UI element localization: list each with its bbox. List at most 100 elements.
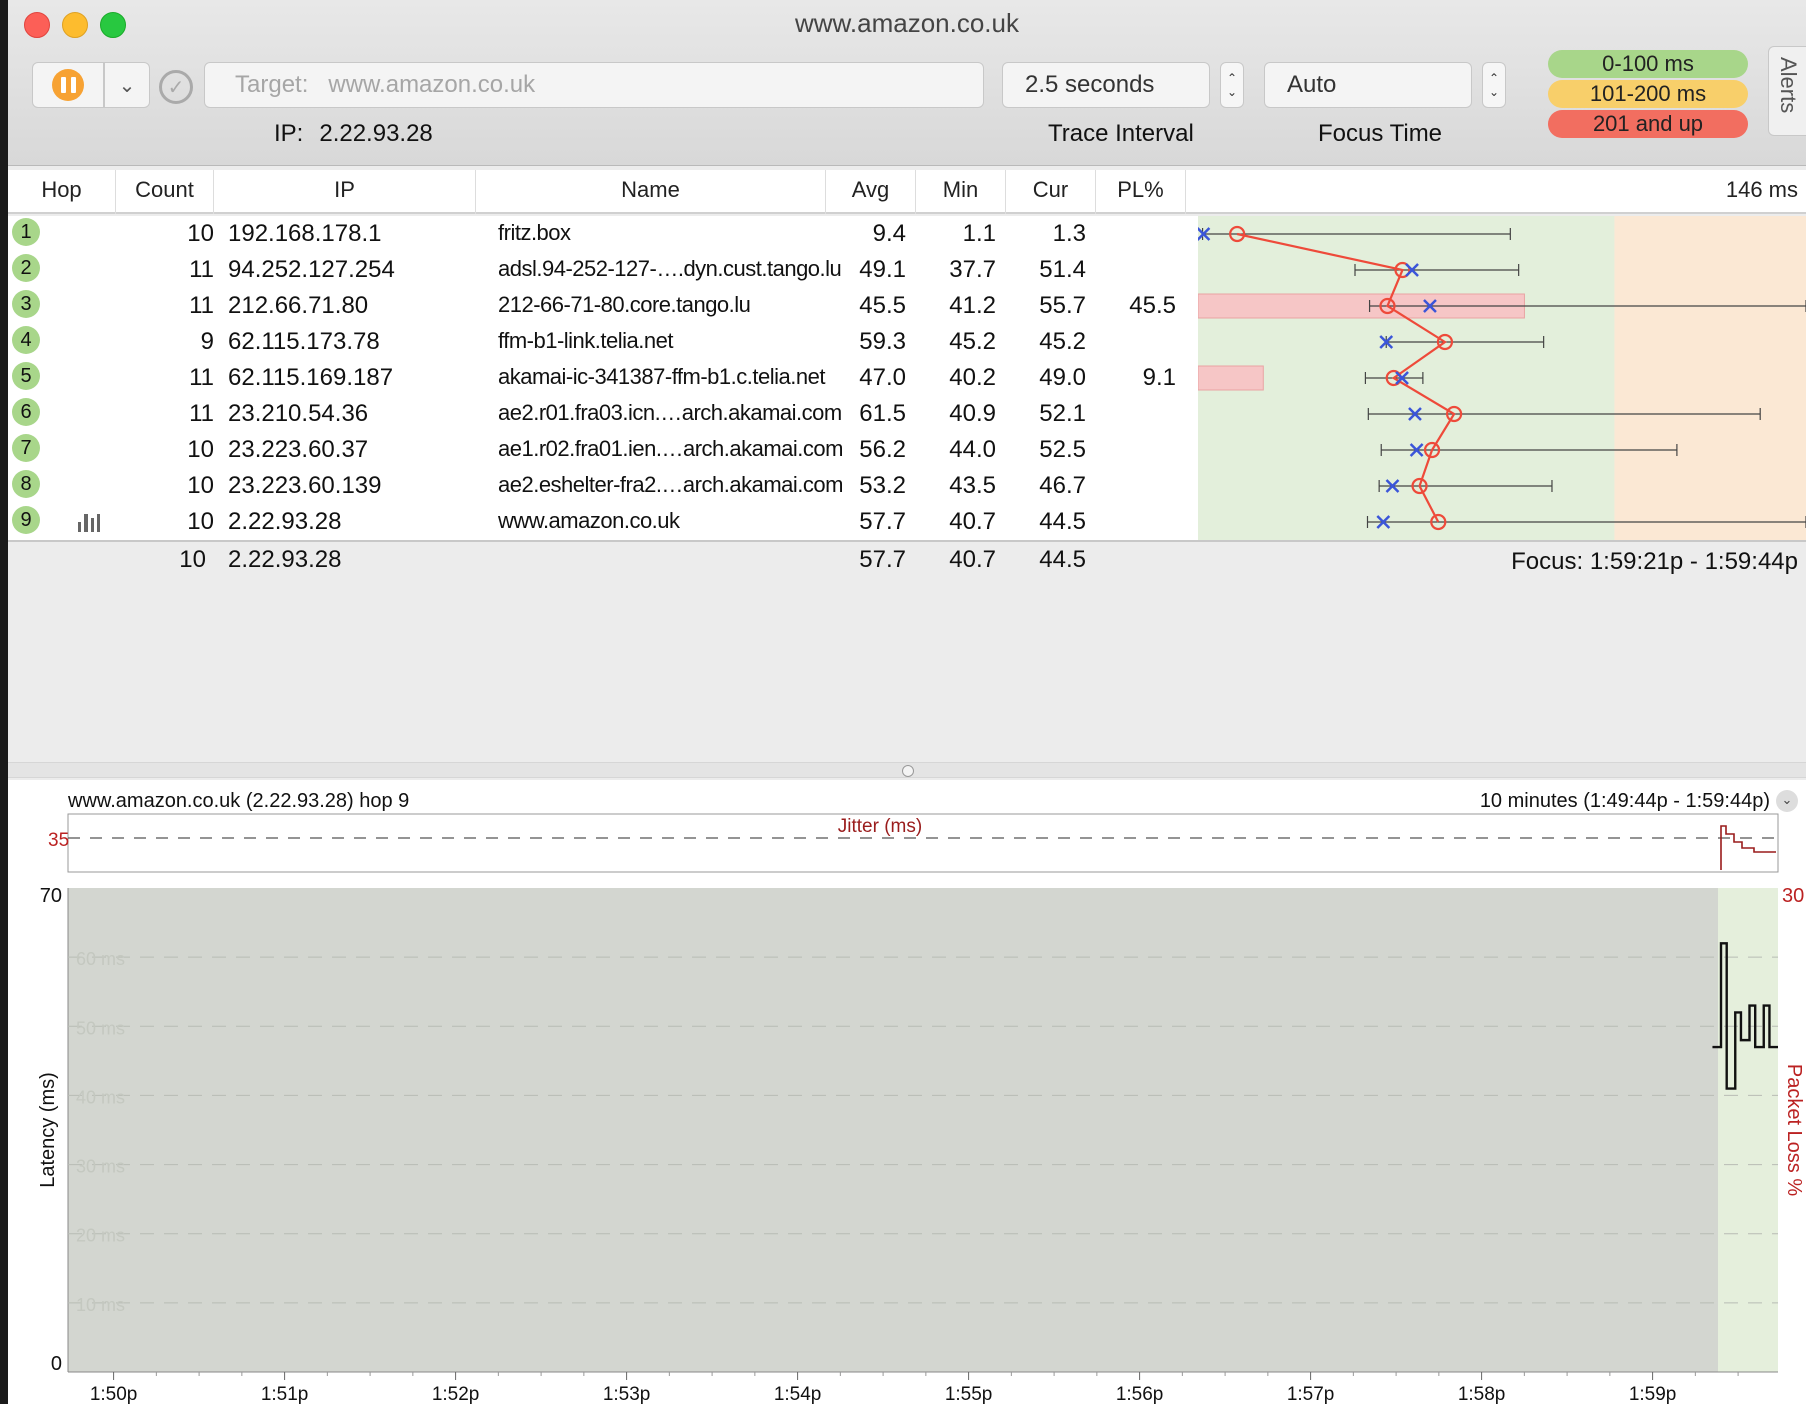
split-divider[interactable] [8, 762, 1806, 778]
count-cell: 10 [187, 508, 214, 535]
table-row[interactable]: 6 11 23.210.54.36 ae2.r01.fra03.icn.…arch.a… [8, 396, 1198, 432]
summary-row: 10 2.22.93.28 57.7 40.7 44.5 Focus: 1:59… [8, 540, 1806, 578]
avg-cell: 59.3 [859, 328, 906, 355]
divider-handle[interactable] [902, 765, 914, 777]
alerts-tab[interactable]: Alerts [1768, 46, 1806, 136]
cur-cell: 51.4 [1039, 256, 1086, 283]
summary-count: 10 [179, 546, 206, 573]
summary-ip: 2.22.93.28 [228, 546, 342, 573]
jitter-frame [67, 813, 1779, 873]
focus-time-field[interactable]: Auto [1264, 62, 1472, 108]
col-ip[interactable]: IP [214, 170, 476, 214]
timeline-title: www.amazon.co.uk (2.22.93.28) hop 9 [68, 790, 410, 812]
legend-good: 0-100 ms [1548, 50, 1748, 78]
checkmark-icon[interactable]: ✓ [159, 70, 193, 104]
target-label: Target: [235, 71, 309, 98]
cur-cell: 49.0 [1039, 364, 1086, 391]
ip-cell: 23.210.54.36 [228, 400, 369, 427]
x-tick-label: 1:52p [432, 1384, 480, 1404]
min-cell: 37.7 [949, 256, 996, 283]
ip-cell: 94.252.127.254 [228, 256, 395, 283]
app-window: www.amazon.co.uk ⌄ ✓ Target: www.amazon.… [8, 0, 1806, 1404]
cur-cell: 1.3 [1052, 220, 1086, 247]
pl-cell: 9.1 [1142, 364, 1176, 391]
hop-badge: 7 [12, 434, 40, 462]
table-row[interactable]: 3 11 212.66.71.80 212-66-71-80.core.tango.l… [8, 288, 1198, 324]
timeline-chart: Jitter (ms) 35 60 ms 50 ms 40 ms 30 ms 20 ms 10… [37, 813, 1805, 1404]
min-cell: 40.9 [949, 400, 996, 427]
avg-cell: 57.7 [859, 508, 906, 535]
name-cell: ae1.r02.fra01.ien.…arch.akamai.com [498, 436, 843, 461]
table-row[interactable]: 4 9 62.115.173.78 ffm-b1-link.telia.net 59.3… [8, 324, 1198, 360]
table-row[interactable]: 7 10 23.223.60.37 ae1.r02.fra01.ien.…arch.a… [8, 432, 1198, 468]
avg-cell: 49.1 [859, 256, 906, 283]
col-avg[interactable]: Avg [826, 170, 916, 214]
name-cell: akamai-ic-341387-ffm-b1.c.telia.net [498, 364, 825, 389]
ip-readout: IP: 2.22.93.28 [274, 120, 433, 147]
summary-cur: 44.5 [1039, 546, 1086, 573]
pause-menu-button[interactable]: ⌄ [104, 62, 150, 108]
col-name[interactable]: Name [476, 170, 826, 214]
col-cur[interactable]: Cur [1006, 170, 1096, 214]
gridline-label: 40 ms [76, 1087, 125, 1107]
name-cell: ae2.r01.fra03.icn.…arch.akamai.com [498, 400, 842, 425]
x-tick-label: 1:54p [774, 1384, 822, 1404]
table-row[interactable]: 1 10 192.168.178.1 fritz.box 9.4 1.1 1.3 [8, 216, 1198, 252]
table-row[interactable]: 8 10 23.223.60.139 ae2.eshelter-fra2.…arch.… [8, 468, 1198, 504]
avg-cell: 61.5 [859, 400, 906, 427]
graph-scale-label: 146 ms [1725, 177, 1798, 202]
x-tick-label: 1:59p [1629, 1384, 1677, 1404]
gridline-label: 20 ms [76, 1226, 125, 1246]
gridline-label: 50 ms [76, 1018, 125, 1038]
timeline-range[interactable]: 10 minutes (1:49:44p - 1:59:44p) [1480, 790, 1770, 813]
latency-max-label: 70 [40, 885, 62, 907]
latency-axis-label: Latency (ms) [37, 1072, 59, 1188]
count-cell: 10 [187, 220, 214, 247]
count-cell: 11 [189, 364, 214, 391]
hop-badge: 3 [12, 290, 40, 318]
min-cell: 45.2 [949, 328, 996, 355]
avg-cell: 56.2 [859, 436, 906, 463]
target-input[interactable]: Target: www.amazon.co.uk [204, 62, 984, 108]
latency-line [1712, 942, 1778, 1090]
chevron-down-icon: ⌄ [118, 74, 136, 97]
chevron-down-icon[interactable]: ⌄ [1776, 790, 1798, 812]
gridline-label: 60 ms [76, 949, 125, 969]
pause-button[interactable] [32, 62, 104, 108]
min-cell: 43.5 [949, 472, 996, 499]
name-cell: adsl.94-252-127-….dyn.cust.tango.lu [498, 256, 842, 281]
ip-cell: 23.223.60.139 [228, 472, 382, 499]
timeline-panel: www.amazon.co.uk (2.22.93.28) hop 9 10 m… [8, 780, 1806, 1404]
avg-cell: 53.2 [859, 472, 906, 499]
col-hop[interactable]: Hop [8, 170, 116, 214]
table-row[interactable]: 5 11 62.115.169.187 akamai-ic-341387-ffm-b1… [8, 360, 1198, 396]
focus-range: Focus: 1:59:21p - 1:59:44p [1511, 548, 1798, 575]
name-cell: ffm-b1-link.telia.net [498, 328, 673, 353]
col-pl[interactable]: PL% [1096, 170, 1186, 214]
trace-interval-stepper[interactable]: ⌃ ⌄ [1220, 62, 1244, 108]
focus-time-caption: Focus Time [1318, 120, 1443, 147]
focus-time-stepper[interactable]: ⌃ ⌄ [1482, 62, 1506, 108]
hop-badge: 6 [12, 398, 40, 426]
packet-loss-bar [1198, 365, 1264, 391]
avg-cell: 47.0 [859, 364, 906, 391]
packet-loss-max-label: 30 [1782, 885, 1804, 907]
x-tick-label: 1:53p [603, 1384, 651, 1404]
count-cell: 11 [189, 292, 214, 319]
hop-badge: 5 [12, 362, 40, 390]
table-row[interactable]: 2 11 94.252.127.254 adsl.94-252-127-….dyn.c… [8, 252, 1198, 288]
count-cell: 9 [200, 328, 214, 355]
table-row[interactable]: 9 10 2.22.93.28 www.amazon.co.uk 57.7 40.7 44.… [8, 504, 1198, 540]
min-cell: 1.1 [962, 220, 996, 247]
count-cell: 11 [189, 400, 214, 427]
bar-chart-icon[interactable] [78, 514, 100, 532]
count-cell: 11 [189, 256, 214, 283]
trace-interval-field[interactable]: 2.5 seconds [1002, 62, 1210, 108]
table-header: Hop Count IP Name Avg Min Cur PL% 146 ms [8, 170, 1806, 214]
name-cell: ae2.eshelter-fra2.…arch.akamai.com [498, 472, 843, 497]
col-count[interactable]: Count [116, 170, 214, 214]
ip-cell: 62.115.173.78 [228, 328, 380, 355]
packet-loss-axis-label: Packet Loss % [1783, 1064, 1805, 1197]
name-cell: 212-66-71-80.core.tango.lu [498, 292, 751, 317]
col-min[interactable]: Min [916, 170, 1006, 214]
